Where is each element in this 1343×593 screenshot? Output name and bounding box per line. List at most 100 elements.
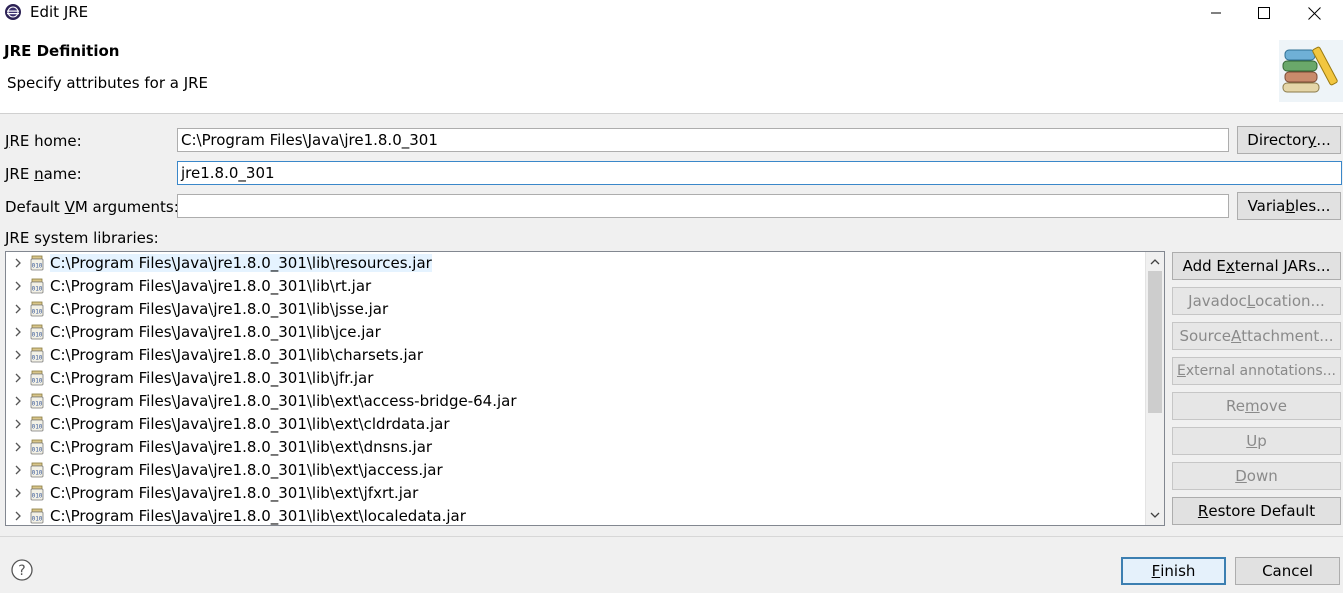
restore-default-button[interactable]: Restore Default <box>1172 497 1341 525</box>
chevron-right-icon[interactable] <box>12 303 24 315</box>
library-path: C:\Program Files\Java\jre1.8.0_301\lib\e… <box>50 507 466 525</box>
scroll-down-button[interactable] <box>1146 506 1164 524</box>
svg-text:010: 010 <box>32 263 43 270</box>
svg-text:?: ? <box>18 563 25 579</box>
library-row[interactable]: 010 C:\Program Files\Java\jre1.8.0_301\li… <box>6 482 1147 505</box>
library-row[interactable]: 010 C:\Program Files\Java\jre1.8.0_301\li… <box>6 252 1147 275</box>
library-list: 010 C:\Program Files\Java\jre1.8.0_301\li… <box>6 252 1147 525</box>
page-description: Specify attributes for a JRE <box>7 74 209 92</box>
svg-text:010: 010 <box>32 493 43 500</box>
svg-text:010: 010 <box>32 309 43 316</box>
chevron-right-icon[interactable] <box>12 257 24 269</box>
window-titlebar: Edit JRE <box>0 0 1343 26</box>
library-row[interactable]: 010 C:\Program Files\Java\jre1.8.0_301\li… <box>6 367 1147 390</box>
jar-icon: 010 <box>30 439 44 455</box>
library-path: C:\Program Files\Java\jre1.8.0_301\lib\e… <box>50 438 433 456</box>
library-path: C:\Program Files\Java\jre1.8.0_301\lib\r… <box>50 277 372 295</box>
jar-icon: 010 <box>30 485 44 501</box>
wizard-banner: JRE Definition Specify attributes for a … <box>0 26 1343 114</box>
library-path: C:\Program Files\Java\jre1.8.0_301\lib\e… <box>50 415 450 433</box>
library-path: C:\Program Files\Java\jre1.8.0_301\lib\e… <box>50 461 443 479</box>
eclipse-icon <box>5 4 21 20</box>
library-row[interactable]: 010 C:\Program Files\Java\jre1.8.0_301\li… <box>6 390 1147 413</box>
chevron-up-icon <box>1150 259 1160 265</box>
close-icon <box>1307 6 1321 20</box>
javadoc-location-button[interactable]: Javadoc Location... <box>1172 287 1341 315</box>
svg-text:010: 010 <box>32 401 43 408</box>
scroll-up-button[interactable] <box>1146 253 1164 271</box>
cancel-button[interactable]: Cancel <box>1235 557 1340 585</box>
tree-vertical-scrollbar[interactable] <box>1145 252 1164 525</box>
jar-icon: 010 <box>30 393 44 409</box>
library-row[interactable]: 010 C:\Program Files\Java\jre1.8.0_301\li… <box>6 505 1147 525</box>
chevron-right-icon[interactable] <box>12 441 24 453</box>
remove-button[interactable]: Re m ove <box>1172 392 1341 420</box>
library-row[interactable]: 010 C:\Program Files\Java\jre1.8.0_301\li… <box>6 459 1147 482</box>
jre-books-wizard-icon <box>1279 40 1343 102</box>
footer-separator <box>0 536 1343 537</box>
chevron-right-icon[interactable] <box>12 395 24 407</box>
finish-button[interactable]: Finish <box>1121 557 1226 585</box>
jre-home-label: JRE home: <box>5 132 82 150</box>
jar-icon: 010 <box>30 508 44 524</box>
jar-icon: 010 <box>30 301 44 317</box>
jre-home-field[interactable]: C:\Program Files\Java\jre1.8.0_301 <box>177 128 1229 152</box>
svg-text:010: 010 <box>32 516 43 523</box>
svg-text:010: 010 <box>32 447 43 454</box>
jar-icon: 010 <box>30 347 44 363</box>
maximize-button[interactable] <box>1240 0 1288 26</box>
up-button[interactable]: Up <box>1172 427 1341 455</box>
minimize-icon <box>1211 12 1221 14</box>
library-row[interactable]: 010 C:\Program Files\Java\jre1.8.0_301\li… <box>6 321 1147 344</box>
library-path: C:\Program Files\Java\jre1.8.0_301\lib\j… <box>50 369 374 387</box>
library-path: C:\Program Files\Java\jre1.8.0_301\lib\e… <box>50 484 419 502</box>
jar-icon: 010 <box>30 324 44 340</box>
jar-icon: 010 <box>30 370 44 386</box>
help-question-icon[interactable]: ? <box>11 559 33 581</box>
page-title: JRE Definition <box>4 42 120 60</box>
source-attachment-button[interactable]: Source Attachment... <box>1172 322 1341 350</box>
library-path: C:\Program Files\Java\jre1.8.0_301\lib\j… <box>50 323 381 341</box>
chevron-right-icon[interactable] <box>12 510 24 522</box>
svg-text:010: 010 <box>32 470 43 477</box>
maximize-icon <box>1258 7 1270 19</box>
svg-text:010: 010 <box>32 332 43 339</box>
vm-arguments-label: Default VM arguments: <box>5 198 179 216</box>
chevron-right-icon[interactable] <box>12 418 24 430</box>
chevron-right-icon[interactable] <box>12 487 24 499</box>
jar-icon: 010 <box>30 255 44 271</box>
window-title: Edit JRE <box>30 3 89 21</box>
external-annotations-button[interactable]: External annotations... <box>1172 357 1341 385</box>
library-row[interactable]: 010 C:\Program Files\Java\jre1.8.0_301\li… <box>6 413 1147 436</box>
vm-arguments-field[interactable] <box>177 194 1229 218</box>
library-row[interactable]: 010 C:\Program Files\Java\jre1.8.0_301\li… <box>6 344 1147 367</box>
chevron-right-icon[interactable] <box>12 464 24 476</box>
svg-text:010: 010 <box>32 378 43 385</box>
scroll-thumb[interactable] <box>1148 271 1162 413</box>
chevron-down-icon <box>1150 512 1160 518</box>
library-path: C:\Program Files\Java\jre1.8.0_301\lib\r… <box>50 254 432 272</box>
system-libraries-tree[interactable]: 010 C:\Program Files\Java\jre1.8.0_301\li… <box>5 251 1165 526</box>
jre-name-field[interactable]: jre1.8.0_301 <box>177 161 1342 185</box>
chevron-right-icon[interactable] <box>12 349 24 361</box>
down-button[interactable]: Down <box>1172 462 1341 490</box>
library-row[interactable]: 010 C:\Program Files\Java\jre1.8.0_301\li… <box>6 275 1147 298</box>
minimize-button[interactable] <box>1192 0 1240 26</box>
library-path: C:\Program Files\Java\jre1.8.0_301\lib\c… <box>50 346 423 364</box>
jre-name-label: JRE name: <box>5 165 82 183</box>
library-path: C:\Program Files\Java\jre1.8.0_301\lib\j… <box>50 300 389 318</box>
svg-text:010: 010 <box>32 286 43 293</box>
library-row[interactable]: 010 C:\Program Files\Java\jre1.8.0_301\li… <box>6 436 1147 459</box>
library-row[interactable]: 010 C:\Program Files\Java\jre1.8.0_301\li… <box>6 298 1147 321</box>
close-button[interactable] <box>1290 0 1338 26</box>
variables-button[interactable]: Varia b les... <box>1237 192 1341 220</box>
jar-icon: 010 <box>30 416 44 432</box>
system-libraries-label: JRE system libraries: <box>5 229 159 247</box>
chevron-right-icon[interactable] <box>12 372 24 384</box>
jar-icon: 010 <box>30 278 44 294</box>
svg-text:010: 010 <box>32 355 43 362</box>
directory-button[interactable]: Director y... <box>1237 126 1341 154</box>
chevron-right-icon[interactable] <box>12 280 24 292</box>
chevron-right-icon[interactable] <box>12 326 24 338</box>
add-external-jars-button[interactable]: Add Ex ternal JARs... <box>1172 252 1341 280</box>
